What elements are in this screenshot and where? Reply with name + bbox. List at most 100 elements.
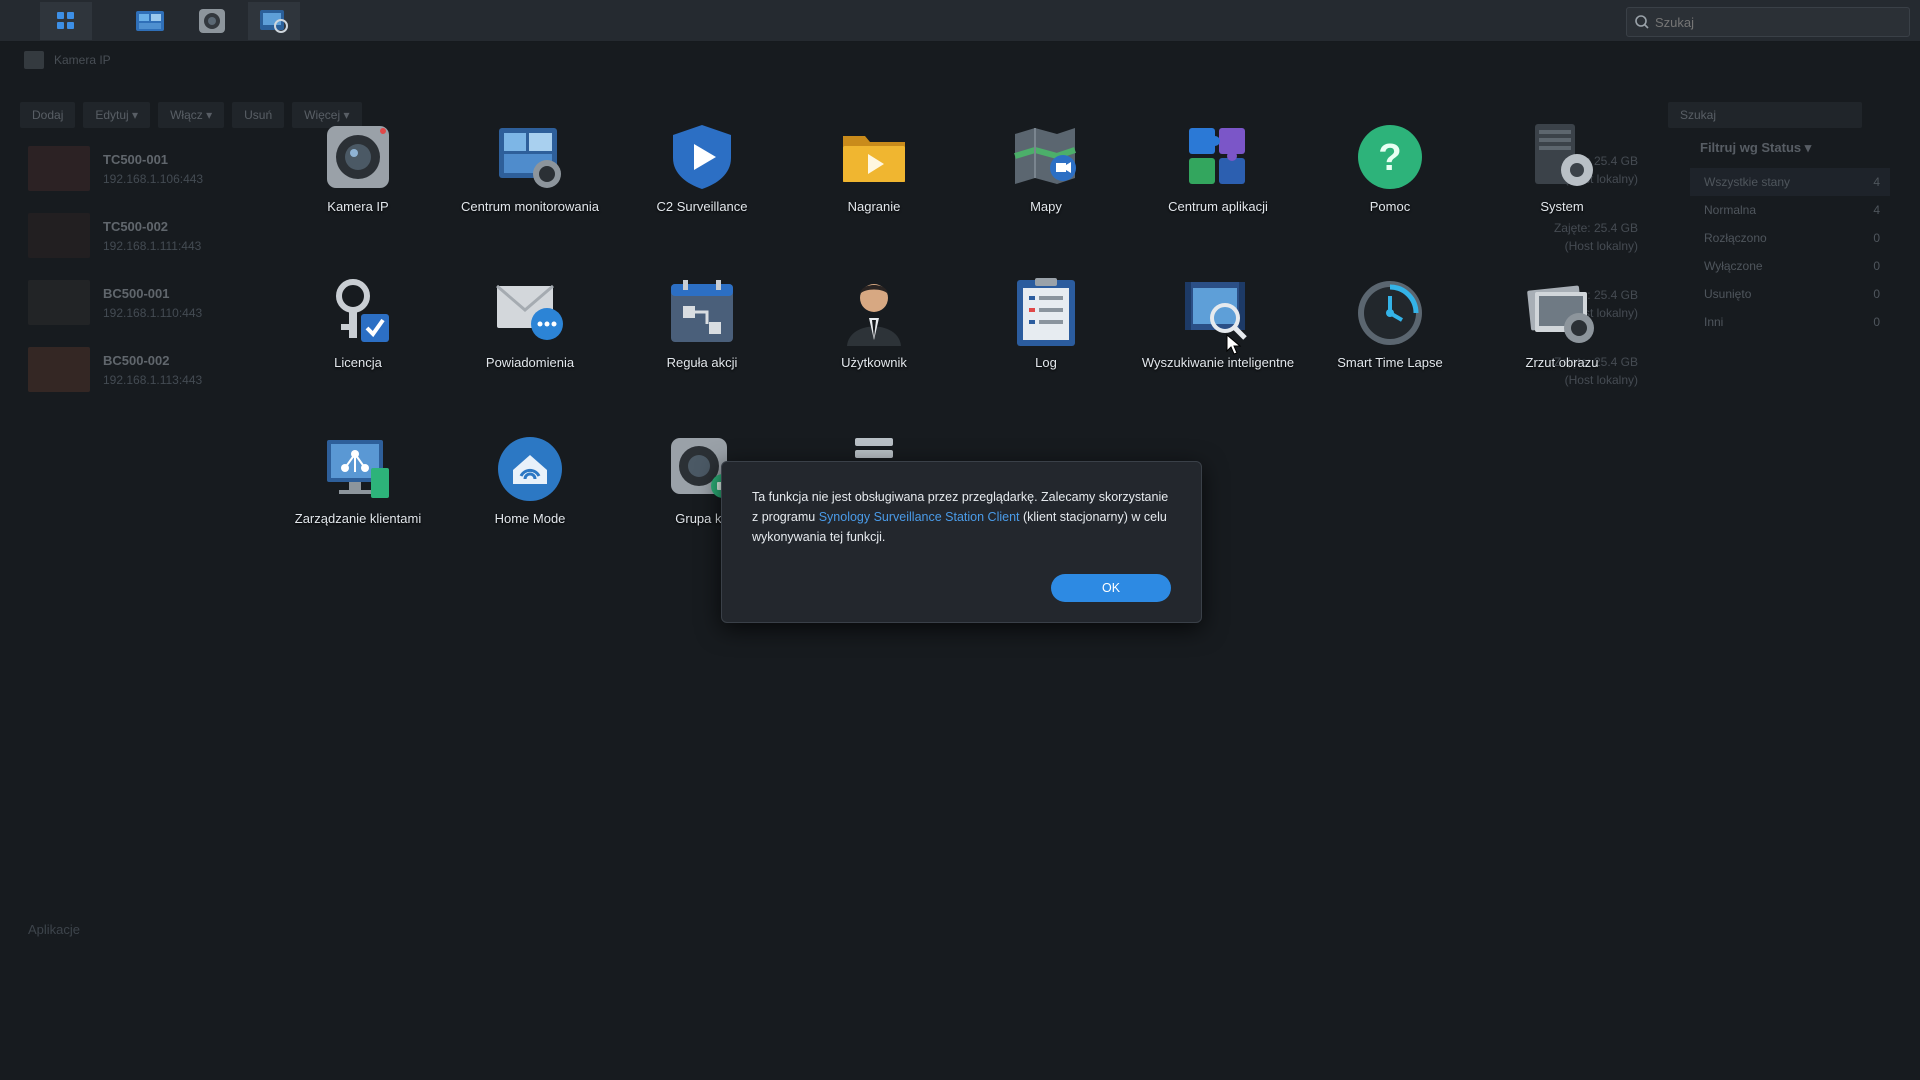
taskbar-search[interactable] [1626,7,1910,37]
filter-item[interactable]: Inni 0 [1690,308,1890,336]
window-search-text: Szukaj [1680,108,1717,122]
storage-host: (Host lokalny) [1564,373,1638,387]
filter-count: 4 [1873,175,1880,189]
filter-item[interactable]: Wyłączone 0 [1690,252,1890,280]
table-row[interactable]: TC500-002 192.168.1.111:443 Zajęte: 25.4… [28,209,1648,276]
enable-button[interactable]: Włącz ▾ [158,102,225,128]
app-c2-surveillance[interactable]: C2 Surveillance [616,122,788,214]
c2-surveillance-icon [673,125,731,189]
main-menu-button[interactable] [40,2,92,40]
camera-ip: 192.168.1.111:443 [103,239,202,253]
app-label: Powiadomienia [485,355,575,370]
app-app-center[interactable]: Centrum aplikacji [1132,122,1304,214]
camera-thumbnail [28,280,90,325]
app-recording[interactable]: Nagranie [788,122,960,214]
app-help[interactable]: ? Pomoc [1304,122,1476,214]
camera-storage-info: Zajęte: 25.4 GB (Host lokalny) [1554,219,1638,255]
filter-title[interactable]: Filtruj wg Status ▾ [1700,140,1890,156]
app-system[interactable]: System [1476,122,1648,214]
help-icon: ? [1358,125,1422,189]
window-icon [24,51,44,69]
svg-text:?: ? [1378,137,1401,179]
app-ip-camera[interactable]: Kamera IP [272,122,444,214]
status-filter-panel: Filtruj wg Status ▾ Wszystkie stany 4 Nor… [1690,140,1890,336]
smart-search-icon [1185,282,1247,340]
filter-label: Wszystkie stany [1704,175,1791,189]
action-rule-icon [671,280,733,342]
app-home-mode[interactable]: Home Mode [444,434,616,526]
system-icon [1535,124,1593,186]
app-label: Smart Time Lapse [1337,355,1443,370]
filter-item[interactable]: Usunięto 0 [1690,280,1890,308]
app-label: Nagranie [847,199,901,214]
camera-thumbnail [28,347,90,392]
app-label: C2 Surveillance [656,199,748,214]
app-snapshot[interactable]: Zrzut obrazu [1476,278,1648,370]
user-icon [847,284,901,346]
app-label: Wyszukiwanie inteligentne [1141,355,1295,370]
camera-name: BC500-002 [103,353,170,368]
filter-item[interactable]: Rozłączono 0 [1690,224,1890,252]
monitor-center-icon [499,128,561,188]
filter-count: 0 [1873,259,1880,273]
filter-label: Usunięto [1704,287,1752,301]
taskbar-app-monitor[interactable] [124,2,176,40]
notification-icon [496,284,563,340]
edit-button[interactable]: Edytuj ▾ [83,102,151,128]
app-maps[interactable]: Mapy [960,122,1132,214]
smart-search-icon [260,10,288,33]
app-smart-search[interactable]: Wyszukiwanie inteligentne [1132,278,1304,370]
add-button[interactable]: Dodaj [20,102,76,128]
filter-count: 4 [1873,203,1880,217]
taskbar-app-camera[interactable] [186,2,238,40]
camera-ip: 192.168.1.110:443 [103,306,203,320]
app-action-rule[interactable]: Reguła akcji [616,278,788,370]
app-label: Licencja [334,355,382,370]
ip-camera-icon [327,126,389,188]
app-client-management[interactable]: Zarządzanie klientami [272,434,444,526]
window-search[interactable]: Szukaj [1668,102,1862,128]
monitor-center-icon [136,11,164,31]
cms-icon [327,440,389,498]
app-label: Użytkownik [841,355,907,370]
app-label: Centrum monitorowania [460,199,599,214]
search-icon [1635,15,1649,29]
app-label: Kamera IP [327,199,389,214]
app-smart-time-lapse[interactable]: Smart Time Lapse [1304,278,1476,370]
camera-thumbnail [28,146,90,191]
grid-icon [57,12,74,29]
window-title: Kamera IP [24,51,111,69]
mouse-cursor-icon [1226,334,1242,355]
snapshot-icon [1527,285,1594,343]
app-label: Mapy [1030,199,1062,214]
taskbar-app-search[interactable] [248,2,300,40]
app-label: Zarządzanie klientami [294,511,422,526]
app-label: System [1540,199,1584,214]
app-label: Home Mode [494,511,566,526]
taskbar-search-input[interactable] [1653,13,1887,31]
app-license[interactable]: Licencja [272,278,444,370]
license-icon [336,279,389,342]
app-user[interactable]: Użytkownik [788,278,960,370]
window-title-text: Kamera IP [54,53,111,67]
filter-label: Wyłączone [1704,259,1763,273]
filter-count: 0 [1873,231,1880,245]
map-icon [1014,128,1076,184]
app-center-icon [1189,128,1245,184]
taskbar [0,0,1920,42]
app-monitor-center[interactable]: Centrum monitorowania [444,122,616,214]
camera-name: BC500-001 [103,286,170,301]
filter-item[interactable]: Normalna 4 [1690,196,1890,224]
storage-host: (Host lokalny) [1564,239,1638,253]
camera-name: TC500-002 [103,219,169,234]
filter-item[interactable]: Wszystkie stany 4 [1690,168,1890,196]
filter-label: Normalna [1704,203,1757,217]
app-label: Pomoc [1369,199,1411,214]
camera-ip: 192.168.1.113:443 [103,373,203,387]
ok-button[interactable]: OK [1051,574,1171,602]
app-label: Reguła akcji [666,355,738,370]
app-log[interactable]: Log [960,278,1132,370]
surveillance-client-link[interactable]: Synology Surveillance Station Client [819,510,1020,524]
app-notifications[interactable]: Powiadomienia [444,278,616,370]
camera-thumbnail [28,213,90,258]
